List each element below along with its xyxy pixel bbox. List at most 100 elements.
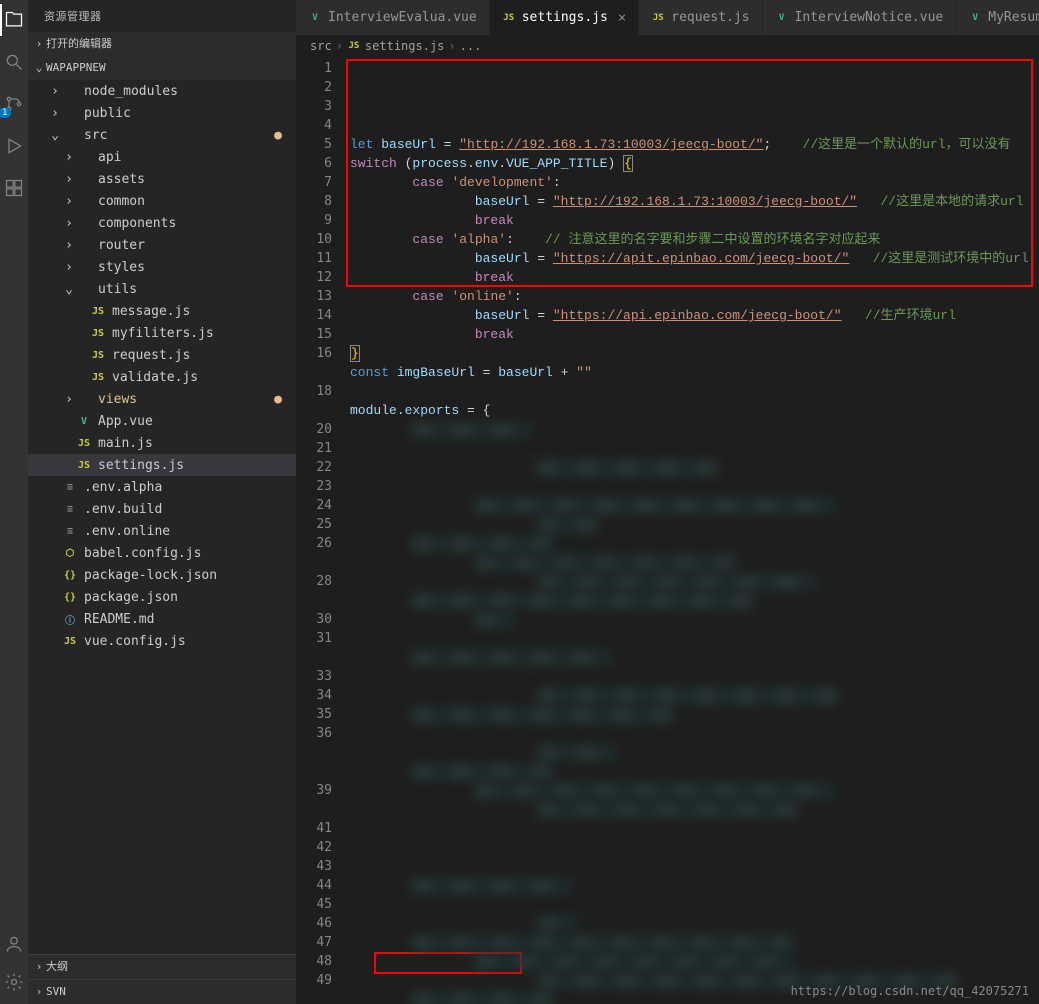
json-file-icon: {} [62, 589, 78, 605]
tree-item[interactable]: › styles [28, 256, 296, 278]
folder-file-icon [76, 259, 92, 275]
code-editor[interactable]: 1234567891011121314151618202122232425262… [296, 57, 1039, 1004]
source-control-icon[interactable]: 1 [2, 92, 26, 116]
folder-file-icon [76, 281, 92, 297]
tree-item-label: main.js [98, 436, 288, 451]
folder-file-icon [76, 237, 92, 253]
breadcrumb[interactable]: src › JS settings.js › ... [296, 35, 1039, 57]
tree-item-label: App.vue [98, 414, 288, 429]
editor-area: VInterviewEvalua.vue JS settings.js × JS requ… [296, 0, 1039, 1004]
tree-item-label: message.js [112, 304, 288, 319]
chevron-down-icon: ⌄ [32, 58, 46, 78]
tree-item[interactable]: ›assets [28, 168, 296, 190]
editor-tab[interactable]: VInterviewEvalua.vue [296, 0, 490, 35]
folder-file-icon [62, 83, 78, 99]
tree-item-label: package-lock.json [84, 568, 288, 583]
tree-item[interactable]: ›components [28, 212, 296, 234]
chevron-right-icon: › [48, 106, 62, 121]
js-file-icon: JS [651, 11, 665, 25]
editor-tab[interactable]: JS settings.js × [490, 0, 640, 35]
tree-item[interactable]: V App.vue [28, 410, 296, 432]
section-svn[interactable]: › SVN [28, 979, 296, 1004]
tree-item-label: assets [98, 172, 288, 187]
explorer-icon[interactable] [2, 8, 26, 32]
code-content[interactable]: let baseUrl = "http://192.168.1.73:10003… [346, 57, 1039, 1004]
tree-item[interactable]: JS main.js [28, 432, 296, 454]
tree-item-label: router [98, 238, 288, 253]
tab-label: settings.js [522, 10, 608, 25]
section-outline[interactable]: › 大纲 [28, 954, 296, 979]
extensions-icon[interactable] [2, 176, 26, 200]
section-open-editors[interactable]: › 打开的编辑器 [28, 32, 296, 56]
section-project[interactable]: ⌄ WAPAPPNEW [28, 56, 296, 80]
tree-item[interactable]: ›public [28, 102, 296, 124]
tree-item[interactable]: JS settings.js [28, 454, 296, 476]
editor-tab[interactable]: V InterviewNotice.vue [763, 0, 957, 35]
settings-gear-icon[interactable] [2, 970, 26, 994]
tree-item-label: settings.js [98, 458, 288, 473]
tree-item[interactable]: JSmessage.js [28, 300, 296, 322]
editor-tab[interactable]: VMyResume.vue [956, 0, 1039, 35]
tree-item[interactable]: ≡ .env.online [28, 520, 296, 542]
folder-file-icon [62, 105, 78, 121]
vue-file-icon: V [76, 413, 92, 429]
env-file-icon: ≡ [62, 501, 78, 517]
folder-file-icon [62, 127, 78, 143]
activity-bar: 1 [0, 0, 28, 1004]
folder-file-icon [76, 391, 92, 407]
close-icon[interactable]: × [618, 10, 626, 26]
tree-item[interactable]: ⌄src● [28, 124, 296, 146]
tree-item[interactable]: JSvalidate.js [28, 366, 296, 388]
tree-item[interactable]: ›common [28, 190, 296, 212]
tree-item[interactable]: JSrequest.js [28, 344, 296, 366]
tree-item-label: views [98, 392, 274, 407]
tree-item[interactable]: › node_modules [28, 80, 296, 102]
tree-item[interactable]: ⬡babel.config.js [28, 542, 296, 564]
line-number-gutter: 1234567891011121314151618202122232425262… [296, 57, 346, 1004]
js-file-icon: JS [90, 325, 106, 341]
tree-item[interactable]: ⓘREADME.md [28, 608, 296, 630]
readme-file-icon: ⓘ [62, 611, 78, 627]
tree-item-label: styles [98, 260, 288, 275]
js-file-icon: JS [62, 633, 78, 649]
folder-file-icon [76, 171, 92, 187]
env-file-icon: ≡ [62, 523, 78, 539]
chevron-right-icon: › [32, 982, 46, 1002]
chevron-right-icon: › [48, 84, 62, 99]
js-file-icon: JS [76, 457, 92, 473]
tree-item-label: .env.alpha [84, 480, 288, 495]
tree-item[interactable]: › router [28, 234, 296, 256]
tree-item-label: package.json [84, 590, 288, 605]
chevron-right-icon: › [62, 392, 76, 407]
tree-item[interactable]: ›views● [28, 388, 296, 410]
editor-tab[interactable]: JS request.js [639, 0, 762, 35]
tree-item-label: request.js [112, 348, 288, 363]
tree-item[interactable]: ≡.env.alpha [28, 476, 296, 498]
watermark: https://blog.csdn.net/qq_42075271 [791, 984, 1029, 998]
tree-item[interactable]: {} package.json [28, 586, 296, 608]
tree-item-label: components [98, 216, 288, 231]
js-file-icon: JS [76, 435, 92, 451]
chevron-right-icon: › [32, 957, 46, 977]
tree-item[interactable]: ⌄utils [28, 278, 296, 300]
tree-item[interactable]: JSmyfiliters.js [28, 322, 296, 344]
chevron-right-icon: › [62, 260, 76, 275]
tab-label: MyResume.vue [988, 10, 1039, 25]
tree-item[interactable]: {}package-lock.json [28, 564, 296, 586]
account-icon[interactable] [2, 932, 26, 956]
debug-icon[interactable] [2, 134, 26, 158]
chevron-right-icon: › [62, 238, 76, 253]
tree-item-label: validate.js [112, 370, 288, 385]
tab-bar: VInterviewEvalua.vue JS settings.js × JS requ… [296, 0, 1039, 35]
tab-label: InterviewNotice.vue [795, 10, 944, 25]
tree-item-label: .env.online [84, 524, 288, 539]
tree-item[interactable]: ≡.env.build [28, 498, 296, 520]
tab-label: request.js [671, 10, 749, 25]
tree-item[interactable]: ›api [28, 146, 296, 168]
search-icon[interactable] [2, 50, 26, 74]
folder-file-icon [76, 215, 92, 231]
vue-file-icon: V [775, 11, 789, 25]
js-file-icon: JS [502, 11, 516, 25]
tree-item[interactable]: JSvue.config.js [28, 630, 296, 652]
tree-item-label: node_modules [84, 84, 288, 99]
